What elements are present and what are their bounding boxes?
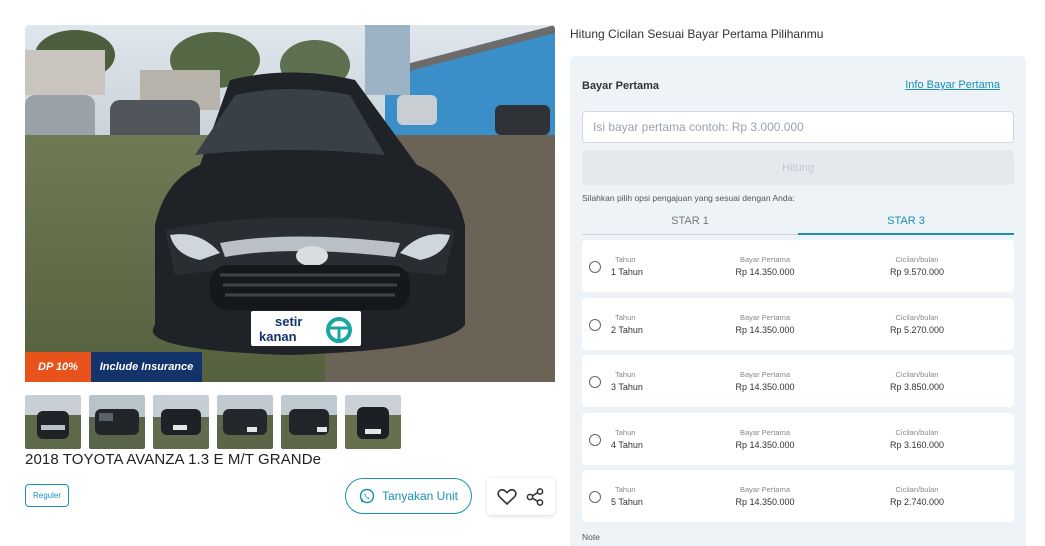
svg-text:setir: setir <box>275 314 302 329</box>
down-payment-label: Bayar Pertama <box>582 80 660 92</box>
whatsapp-icon <box>359 488 375 504</box>
tenor-label: Tahun <box>615 255 636 264</box>
installment-label: Cicilan/bulan <box>895 312 939 322</box>
thumbnail-3[interactable] <box>153 395 209 449</box>
tab-star-3[interactable]: STAR 3 <box>798 211 1014 235</box>
down-payment-input[interactable] <box>582 111 1014 143</box>
option-radio[interactable] <box>589 491 601 503</box>
tenor-value: 4 Tahun <box>611 439 643 450</box>
installment-value: Rp 3.160.000 <box>889 439 945 450</box>
thumbnail-strip <box>25 395 401 449</box>
tenor-value: 3 Tahun <box>611 382 643 392</box>
installment-label: Cicilan/bulan <box>895 485 939 494</box>
tenor-label: Tahun <box>615 312 636 322</box>
installment-option[interactable]: Tahun 5 Tahun Bayar Pertama Rp 14.350.000 … <box>582 470 1014 522</box>
heart-icon <box>497 488 517 505</box>
setir-kanan-logo: setir kanan <box>251 311 361 346</box>
dp-value: Rp 14.350.000 <box>735 439 795 450</box>
favorite-button[interactable] <box>496 486 518 508</box>
calculator-heading: Hitung Cicilan Sesuai Bayar Pertama Pili… <box>570 27 824 41</box>
note-label: Note <box>582 532 600 542</box>
ask-unit-button[interactable]: Tanyakan Unit <box>345 478 472 514</box>
tenor-value: 1 Tahun <box>611 267 643 277</box>
installment-options: Tahun 1 Tahun Bayar Pertama Rp 14.350.000 … <box>582 240 1014 528</box>
installment-value: Rp 9.570.000 <box>889 267 945 277</box>
dp-value: Rp 14.350.000 <box>735 382 795 392</box>
installment-label: Cicilan/bulan <box>895 255 939 264</box>
dp-label: Bayar Pertama <box>739 485 791 494</box>
installment-option[interactable]: Tahun 2 Tahun Bayar Pertama Rp 14.350.000 … <box>582 297 1014 350</box>
tab-star-1[interactable]: STAR 1 <box>582 211 798 235</box>
option-radio[interactable] <box>589 433 601 446</box>
svg-text:kanan: kanan <box>259 329 297 344</box>
thumbnail-6[interactable] <box>345 395 401 449</box>
car-title: 2018 TOYOTA AVANZA 1.3 E M/T GRANDe <box>25 451 322 468</box>
option-radio[interactable] <box>589 318 601 331</box>
installment-value: Rp 5.270.000 <box>889 324 945 335</box>
share-icon <box>526 487 544 506</box>
thumbnail-2[interactable] <box>89 395 145 449</box>
calculate-button[interactable]: Hitung <box>582 150 1014 185</box>
thumbnail-5[interactable] <box>281 395 337 449</box>
dp-label: Bayar Pertama <box>739 427 791 437</box>
installment-label: Cicilan/bulan <box>895 427 939 437</box>
listing-actions <box>487 478 555 515</box>
option-hint: Silahkan pilih opsi pengajuan yang sesua… <box>582 193 795 203</box>
insurance-badge: Include Insurance <box>91 352 202 382</box>
dp-label: Bayar Pertama <box>739 370 791 379</box>
package-tabs: STAR 1 STAR 3 <box>582 211 1014 235</box>
dp-value: Rp 14.350.000 <box>735 497 795 507</box>
listing-type-tag: Reguler <box>25 484 69 507</box>
dp-label: Bayar Pertama <box>739 255 791 264</box>
dp-badge: DP 10% <box>25 352 91 382</box>
installment-option[interactable]: Tahun 4 Tahun Bayar Pertama Rp 14.350.000 … <box>582 412 1014 465</box>
promo-badges: DP 10% Include Insurance <box>25 352 202 382</box>
share-button[interactable] <box>524 486 546 508</box>
tenor-value: 5 Tahun <box>611 497 643 507</box>
installment-option[interactable]: Tahun 1 Tahun Bayar Pertama Rp 14.350.000 … <box>582 240 1014 292</box>
installment-value: Rp 3.850.000 <box>889 382 945 392</box>
thumbnail-4[interactable] <box>217 395 273 449</box>
tenor-label: Tahun <box>615 485 636 494</box>
installment-value: Rp 2.740.000 <box>889 497 945 507</box>
installment-calculator: Bayar Pertama Info Bayar Pertama Hitung … <box>570 56 1026 546</box>
dp-value: Rp 14.350.000 <box>735 324 795 335</box>
down-payment-info-link[interactable]: Info Bayar Pertama <box>905 79 1000 91</box>
tenor-label: Tahun <box>615 427 636 437</box>
option-radio[interactable] <box>589 376 601 388</box>
tenor-label: Tahun <box>615 370 636 379</box>
ask-unit-label: Tanyakan Unit <box>381 489 459 503</box>
tenor-value: 2 Tahun <box>611 324 643 335</box>
dp-value: Rp 14.350.000 <box>735 267 795 277</box>
installment-label: Cicilan/bulan <box>895 370 939 379</box>
installment-option[interactable]: Tahun 3 Tahun Bayar Pertama Rp 14.350.000 … <box>582 355 1014 407</box>
option-radio[interactable] <box>589 261 601 273</box>
thumbnail-1[interactable] <box>25 395 81 449</box>
dp-label: Bayar Pertama <box>739 312 791 322</box>
